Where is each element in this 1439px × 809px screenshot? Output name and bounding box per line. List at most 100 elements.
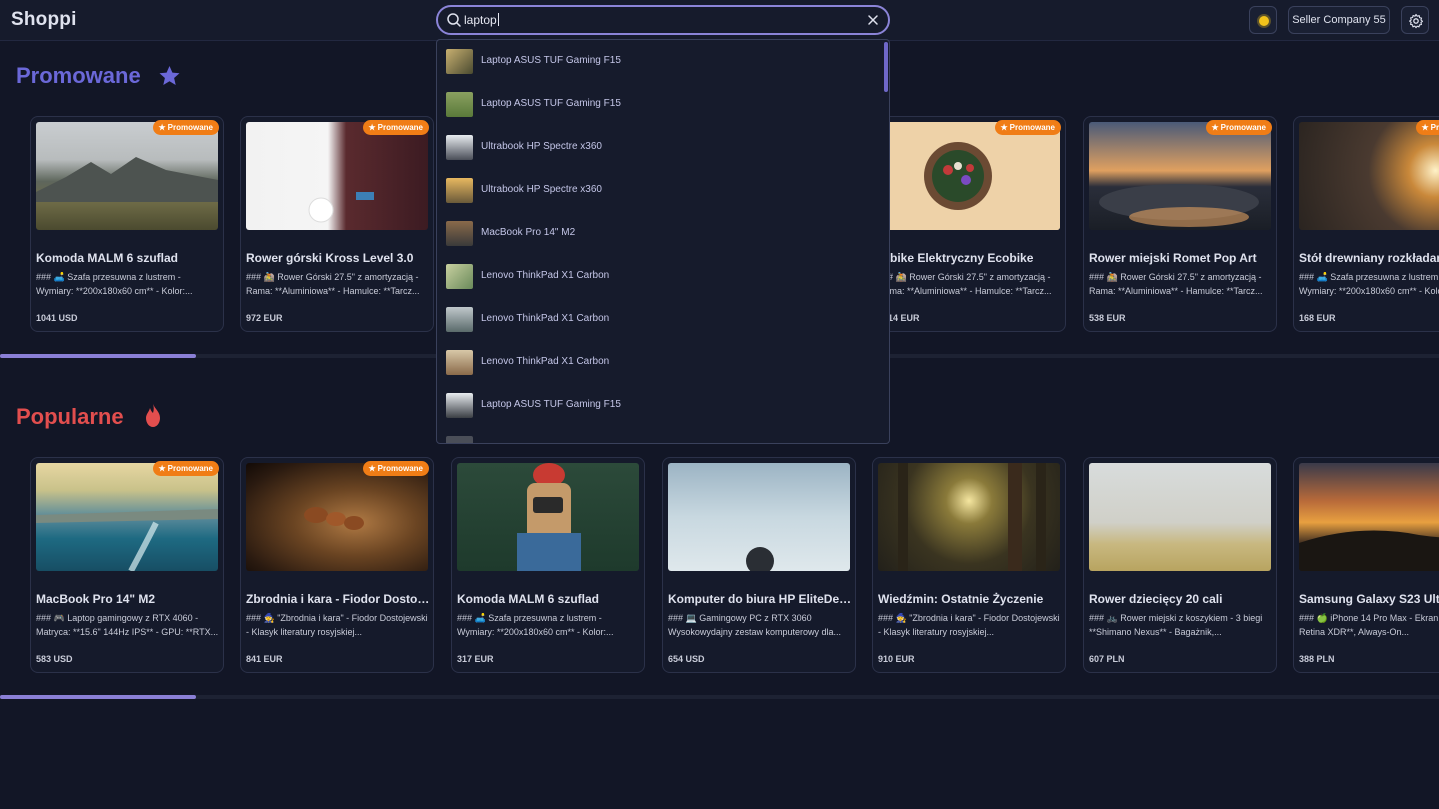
product-card[interactable]: Komputer do biura HP EliteDesk ### 💻 Gam… xyxy=(662,457,856,673)
suggestion-thumbnail xyxy=(446,307,473,332)
product-description: ### 🚵 Rower Górski 27.5" z amortyzacją -… xyxy=(246,272,420,296)
product-description: ### 🎮 Laptop gamingowy z RTX 4060 - Matr… xyxy=(36,613,219,637)
gear-icon xyxy=(1409,13,1424,29)
product-description: ### 🚲 Rower miejski z koszykiem - 3 bieg… xyxy=(1089,613,1263,637)
promoted-badge: ★Promowane xyxy=(363,461,429,476)
search-suggestions-dropdown: Laptop ASUS TUF Gaming F15 Laptop ASUS T… xyxy=(436,39,890,444)
product-price: 841 EUR xyxy=(246,654,283,664)
suggestion-label: Ultrabook HP Spectre x360 xyxy=(481,141,602,152)
promoted-section-title: Promowane xyxy=(16,63,141,88)
product-image xyxy=(36,463,218,571)
product-name[interactable]: MacBook Pro 14" M2 xyxy=(36,592,220,606)
suggestion-label: Laptop ASUS TUF Gaming F15 xyxy=(481,55,621,66)
suggestion-label: Laptop ASUS TUF Gaming F15 xyxy=(481,98,621,109)
suggestion-thumbnail xyxy=(446,135,473,160)
product-price: 910 EUR xyxy=(878,654,915,664)
product-price: 538 EUR xyxy=(1089,313,1126,323)
suggestion-thumbnail xyxy=(446,221,473,246)
suggestion-item[interactable]: Lenovo ThinkPad X1 Carbon xyxy=(437,341,883,384)
product-price: 317 EUR xyxy=(457,654,494,664)
product-card[interactable]: ★Promowane Stół drewniany rozkładany ###… xyxy=(1293,116,1439,332)
brand-logo[interactable]: Shoppi xyxy=(11,9,77,31)
theme-toggle-button[interactable] xyxy=(1249,6,1277,34)
scrollbar-thumb[interactable] xyxy=(0,354,196,358)
product-description: ### 🍏 iPhone 14 Pro Max - Ekran **Super … xyxy=(1299,613,1439,637)
product-name[interactable]: Rower górski Kross Level 3.0 xyxy=(246,251,430,265)
product-price: 1041 USD xyxy=(36,313,78,323)
product-card[interactable]: ★ Promowane MacBook Pro 14" M2 ### 🎮 Lapt… xyxy=(30,457,224,673)
suggestion-label: Lenovo ThinkPad X1 Carbon xyxy=(481,313,610,324)
product-card[interactable]: Rower dziecięcy 20 cali ### 🚲 Rower miej… xyxy=(1083,457,1277,673)
product-name[interactable]: E-bike Elektryczny Ecobike xyxy=(878,251,1062,265)
promoted-badge: ★Promowane xyxy=(153,120,219,135)
product-name[interactable]: Stół drewniany rozkładany xyxy=(1299,251,1439,265)
product-name[interactable]: Komoda MALM 6 szuflad xyxy=(457,592,641,606)
product-card[interactable]: Wiedźmin: Ostatnie Życzenie ### 🧙 "Zbrod… xyxy=(872,457,1066,673)
product-name[interactable]: Rower miejski Romet Pop Art xyxy=(1089,251,1273,265)
settings-button[interactable] xyxy=(1401,6,1429,34)
dropdown-scrollbar[interactable] xyxy=(884,42,888,92)
suggestion-item[interactable]: Lenovo ThinkPad X1 Carbon xyxy=(437,255,883,298)
suggestion-item[interactable] xyxy=(437,427,883,443)
promoted-badge: ★Promowane xyxy=(1206,120,1272,135)
product-image xyxy=(878,463,1060,571)
product-description: ### 🚵 Rower Górski 27.5" z amortyzacją -… xyxy=(1089,272,1263,296)
product-name[interactable]: Komoda MALM 6 szuflad xyxy=(36,251,220,265)
suggestion-label: Lenovo ThinkPad X1 Carbon xyxy=(481,270,610,281)
product-name[interactable]: Wiedźmin: Ostatnie Życzenie xyxy=(878,592,1062,606)
suggestion-item[interactable]: Laptop ASUS TUF Gaming F15 xyxy=(437,83,883,126)
product-description: ### 🛋️ Szafa przesuwna z lustrem - Wymia… xyxy=(36,272,193,296)
scrollbar-thumb[interactable] xyxy=(0,695,196,699)
suggestion-label: Lenovo ThinkPad X1 Carbon xyxy=(481,356,610,367)
promoted-badge: ★Promowane xyxy=(995,120,1061,135)
suggestion-item[interactable]: Ultrabook HP Spectre x360 xyxy=(437,126,883,169)
popular-products-row: ★ Promowane MacBook Pro 14" M2 ### 🎮 Lapt… xyxy=(0,457,1439,677)
suggestion-thumbnail xyxy=(446,178,473,203)
product-description: ### 🧙 "Zbrodnia i kara" - Fiodor Dostoje… xyxy=(878,613,1060,637)
suggestion-thumbnail xyxy=(446,350,473,375)
product-card[interactable]: ★ Promowane Komoda MALM 6 szuflad ### 🛋️ … xyxy=(30,116,224,332)
suggestion-item[interactable]: Laptop ASUS TUF Gaming F15 xyxy=(437,40,883,83)
product-image xyxy=(246,463,428,571)
suggestion-thumbnail xyxy=(446,49,473,74)
product-name[interactable]: Zbrodnia i kara - Fiodor Dostojewski xyxy=(246,592,430,606)
product-price: 168 EUR xyxy=(1299,313,1336,323)
product-image xyxy=(1089,463,1271,571)
close-icon[interactable] xyxy=(865,12,881,28)
product-image xyxy=(36,122,218,230)
product-card[interactable]: Komoda MALM 6 szuflad ### 🛋️ Szafa przes… xyxy=(451,457,645,673)
popular-row-scrollbar[interactable] xyxy=(0,695,1439,699)
product-price: 972 EUR xyxy=(246,313,283,323)
product-image xyxy=(668,463,850,571)
search-bar[interactable]: laptop xyxy=(436,5,890,35)
suggestion-item[interactable]: MacBook Pro 14" M2 xyxy=(437,212,883,255)
suggestion-label: Laptop ASUS TUF Gaming F15 xyxy=(481,399,621,410)
suggestion-thumbnail xyxy=(446,92,473,117)
suggestion-item[interactable]: Ultrabook HP Spectre x360 xyxy=(437,169,883,212)
product-image xyxy=(1299,463,1439,571)
search-icon xyxy=(447,13,461,27)
suggestion-thumbnail xyxy=(446,264,473,289)
product-description: ### 🚵 Rower Górski 27.5" z amortyzacją -… xyxy=(878,272,1052,296)
flame-icon xyxy=(146,404,160,427)
product-card[interactable]: Samsung Galaxy S23 Ultra ### 🍏 iPhone 14… xyxy=(1293,457,1439,673)
product-card[interactable]: ★ Promowane Zbrodnia i kara - Fiodor Dost… xyxy=(240,457,434,673)
product-description: ### 🛋️ Szafa przesuwna z lustrem - Wymia… xyxy=(457,613,614,637)
product-card[interactable]: ★ Promowane E-bike Elektryczny Ecobike ##… xyxy=(872,116,1066,332)
product-image xyxy=(878,122,1060,230)
promoted-badge: ★Promowane xyxy=(1416,120,1439,135)
product-image xyxy=(1089,122,1271,230)
seller-account-button[interactable]: Seller Company 55 xyxy=(1288,6,1390,34)
product-name[interactable]: Komputer do biura HP EliteDesk xyxy=(668,592,852,606)
product-card[interactable]: ★ Promowane Rower miejski Romet Pop Art #… xyxy=(1083,116,1277,332)
suggestion-item[interactable]: Laptop ASUS TUF Gaming F15 xyxy=(437,384,883,427)
product-price: 654 USD xyxy=(668,654,705,664)
product-name[interactable]: Rower dziecięcy 20 cali xyxy=(1089,592,1273,606)
product-image xyxy=(1299,122,1439,230)
suggestion-item[interactable]: Lenovo ThinkPad X1 Carbon xyxy=(437,298,883,341)
product-card[interactable]: ★ Promowane Rower górski Kross Level 3.0 … xyxy=(240,116,434,332)
promoted-badge: ★Promowane xyxy=(153,461,219,476)
sun-icon xyxy=(1259,16,1269,26)
search-input[interactable]: laptop xyxy=(464,13,499,27)
product-name[interactable]: Samsung Galaxy S23 Ultra xyxy=(1299,592,1439,606)
